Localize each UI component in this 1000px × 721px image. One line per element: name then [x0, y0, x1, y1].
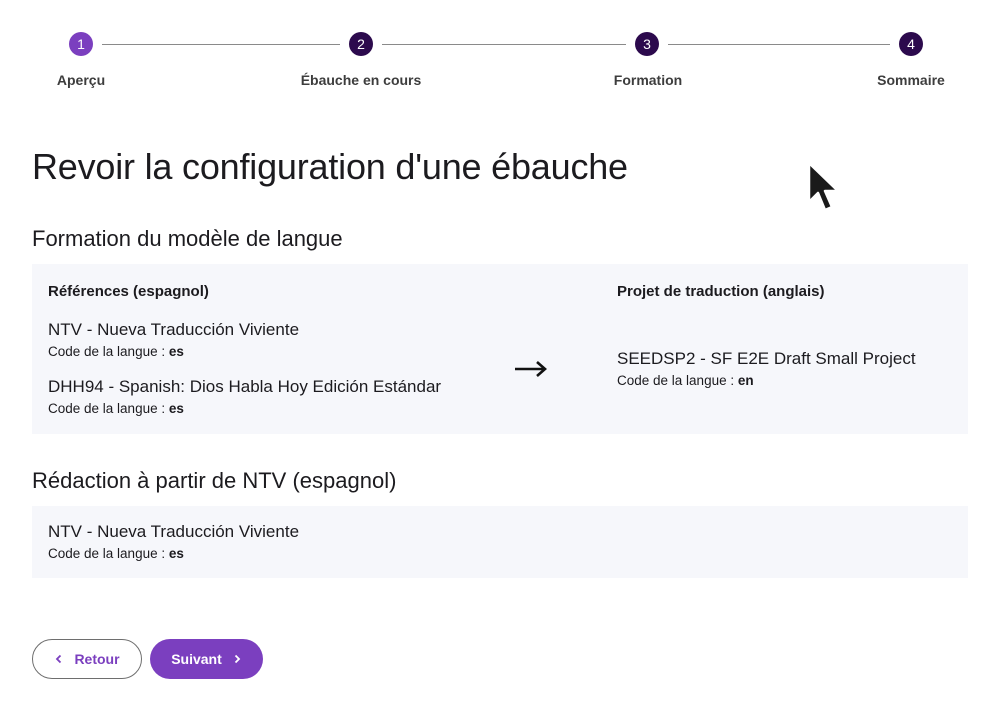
- step-1-label: Aperçu: [56, 72, 106, 88]
- drafting-panel: NTV - Nueva Traducción Viviente Code de …: [32, 506, 968, 578]
- drafting-source-name: NTV - Nueva Traducción Viviente: [48, 522, 300, 541]
- source-heading: Références (espagnol): [48, 283, 209, 300]
- target-language-code: Code de la langue : en: [617, 373, 754, 388]
- step-3-indicator[interactable]: 3: [635, 32, 659, 56]
- language-code-label: Code de la langue :: [617, 373, 735, 388]
- source-language-code: Code de la langue : es: [48, 401, 184, 416]
- step-connector: [668, 44, 890, 45]
- stepper: 1 2 3 4 Aperçu Ébauche en cours Formatio…: [0, 0, 1000, 110]
- language-code-label: Code de la langue :: [48, 546, 166, 561]
- target-heading: Projet de traduction (anglais): [617, 283, 825, 300]
- language-code-label: Code de la langue :: [48, 401, 166, 416]
- step-1-indicator[interactable]: 1: [69, 32, 93, 56]
- page-title: Revoir la configuration d'une ébauche: [32, 146, 628, 187]
- step-2-label: Ébauche en cours: [300, 72, 422, 88]
- language-code-value: es: [168, 401, 184, 416]
- back-button[interactable]: Retour: [32, 639, 142, 679]
- language-code-label: Code de la langue :: [48, 344, 166, 359]
- source-project-name: DHH94 - Spanish: Dios Habla Hoy Edición …: [48, 377, 442, 396]
- drafting-section-title: Rédaction à partir de NTV (espagnol): [32, 468, 397, 493]
- back-button-label: Retour: [74, 651, 120, 667]
- chevron-right-icon: [234, 654, 241, 664]
- source-project-name: NTV - Nueva Traducción Viviente: [48, 320, 300, 339]
- training-section-title: Formation du modèle de langue: [32, 226, 343, 251]
- step-2-indicator[interactable]: 2: [349, 32, 373, 56]
- step-3-label: Formation: [613, 72, 683, 88]
- language-code-value: es: [168, 546, 184, 561]
- step-4-indicator[interactable]: 4: [899, 32, 923, 56]
- source-language-code: Code de la langue : es: [48, 344, 184, 359]
- mouse-cursor-icon: [807, 161, 840, 212]
- chevron-left-icon: [56, 654, 62, 664]
- language-code-value: es: [168, 344, 184, 359]
- language-code-value: en: [737, 373, 754, 388]
- target-project-name: SEEDSP2 - SF E2E Draft Small Project: [617, 349, 916, 368]
- next-button-label: Suivant: [171, 651, 222, 667]
- step-connector: [382, 44, 626, 45]
- arrow-right-icon: [515, 361, 547, 377]
- drafting-language-code: Code de la langue : es: [48, 546, 184, 561]
- step-4-label: Sommaire: [877, 72, 945, 88]
- training-panel: Références (espagnol) NTV - Nueva Traduc…: [32, 264, 968, 434]
- step-connector: [102, 44, 340, 45]
- next-button[interactable]: Suivant: [150, 639, 263, 679]
